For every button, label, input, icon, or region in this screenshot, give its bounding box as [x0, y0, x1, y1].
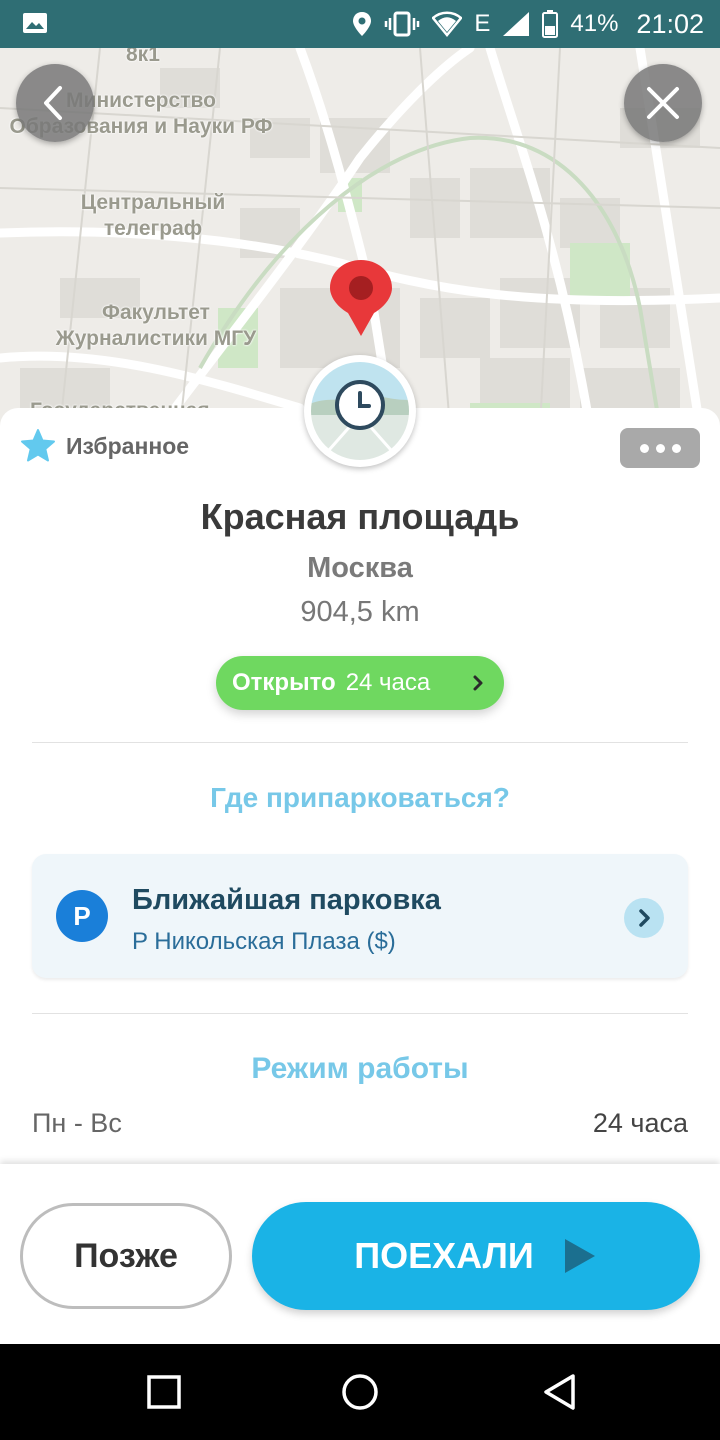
home-icon[interactable]	[340, 1372, 380, 1412]
hours-time: 24 часа	[592, 1108, 688, 1138]
map-label-faculty: Факультет Журналистики МГУ	[55, 301, 257, 350]
map-label-top: 8к1	[126, 48, 160, 66]
battery-icon	[542, 10, 559, 38]
more-options-button[interactable]	[620, 428, 700, 468]
system-nav-bar	[0, 1344, 720, 1440]
vibrate-icon	[385, 11, 420, 37]
favorite-label: Избранное	[66, 432, 190, 459]
place-name: Красная площадь	[200, 496, 520, 537]
back-nav-icon[interactable]	[540, 1372, 580, 1412]
place-city: Москва	[307, 552, 413, 584]
network-type: E	[474, 10, 491, 37]
hours-section-title: Режим работы	[251, 1052, 469, 1085]
parking-section-title[interactable]: Где припарковаться?	[0, 782, 720, 814]
divider	[32, 1013, 688, 1014]
go-button[interactable]: ПОЕХАЛИ	[252, 1202, 700, 1310]
location-icon	[353, 12, 372, 36]
open-hours: 24 часа	[345, 669, 431, 696]
star-icon	[21, 429, 55, 462]
chevron-left-icon	[44, 86, 62, 120]
clock-time: 21:02	[636, 8, 704, 39]
more-dot-icon	[639, 443, 649, 453]
favorite-toggle[interactable]: Избранное	[20, 428, 189, 464]
signal-icon	[503, 12, 530, 36]
place-thumbnail	[304, 355, 416, 467]
close-icon	[647, 87, 679, 119]
parking-title: Ближайшая парковка	[132, 884, 441, 916]
back-button[interactable]	[16, 64, 94, 142]
battery-percent: 41%	[570, 10, 619, 37]
play-arrow-icon	[564, 1239, 595, 1273]
location-pin-icon	[330, 260, 392, 336]
divider	[32, 742, 688, 743]
more-dot-icon	[655, 443, 665, 453]
chevron-right-icon	[473, 675, 483, 691]
nearest-parking-card[interactable]: P Ближайшая парковка P Никольская Плаза …	[32, 854, 688, 978]
more-dot-icon	[671, 443, 681, 453]
close-button[interactable]	[624, 64, 702, 142]
status-bar: E 41% 21:02	[0, 0, 720, 48]
hours-day-range: Пн - Вс	[32, 1108, 122, 1138]
parking-subtitle: P Никольская Плаза ($)	[132, 928, 396, 955]
wifi-icon	[432, 11, 463, 37]
hours-row: Пн - Вс 24 часа	[32, 1108, 688, 1139]
go-button-label: ПОЕХАЛИ	[354, 1235, 534, 1276]
open-hours-button[interactable]: Открыто 24 часа	[216, 656, 504, 710]
place-distance: 904,5 km	[300, 596, 420, 628]
parking-arrow-button[interactable]	[624, 898, 664, 938]
clock-icon	[309, 360, 411, 462]
parking-badge-icon: P	[56, 890, 108, 942]
later-button[interactable]: Позже	[20, 1203, 232, 1309]
recents-icon[interactable]	[144, 1372, 184, 1412]
map-label-telegraph: Центральный телеграф	[80, 191, 226, 240]
chevron-right-icon	[639, 909, 650, 927]
image-icon	[23, 13, 47, 33]
open-status: Открыто	[232, 669, 336, 696]
